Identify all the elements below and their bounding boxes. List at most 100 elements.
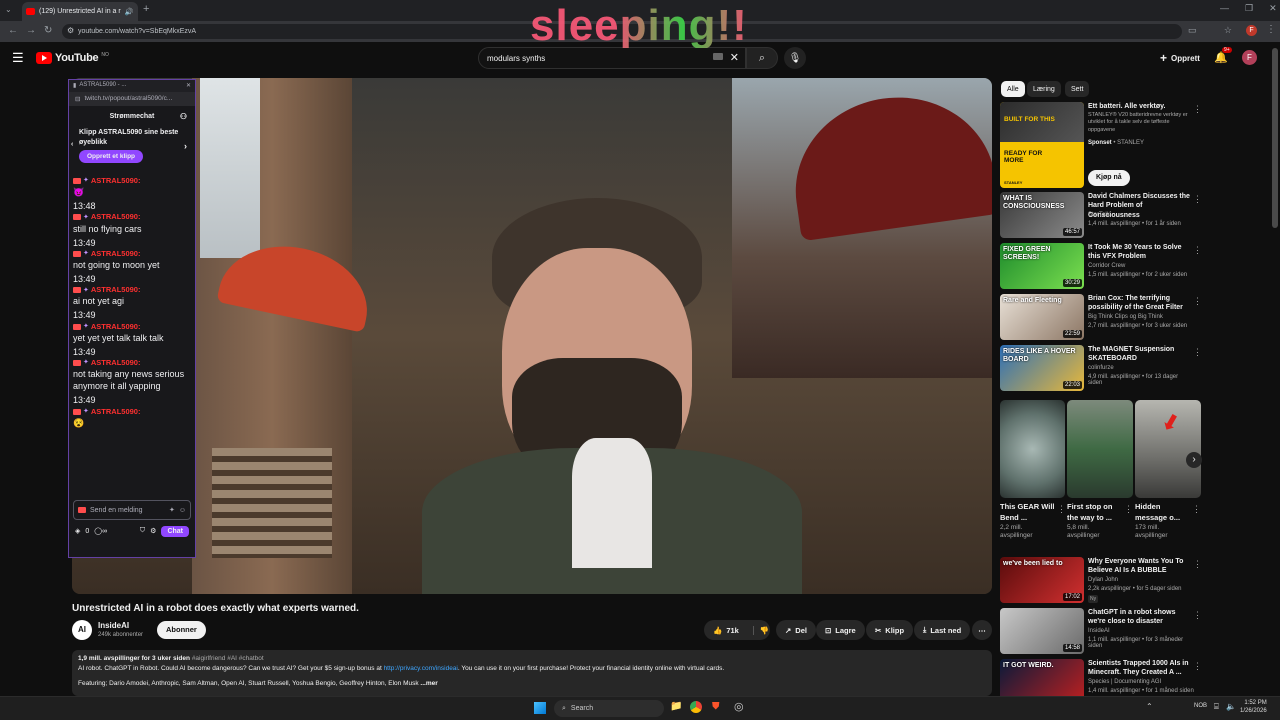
recommendation-channel[interactable]: colinfurze [1088, 365, 1194, 371]
recommendation-card[interactable]: we've been lied to 17:02 Why Everyone Want… [1000, 557, 1202, 605]
tab-search-icon[interactable]: ⌄ [5, 5, 12, 14]
share-button[interactable]: ↗ Del [776, 620, 816, 640]
emote-icon[interactable]: ☺ [179, 507, 186, 514]
taskbar-search[interactable]: ⌕ Search [554, 700, 664, 717]
shield-icon[interactable]: ⛉ [140, 527, 145, 535]
bits-icon[interactable]: ✦ [169, 506, 175, 514]
recommendation-menu-icon[interactable]: ⋮ [1193, 194, 1202, 205]
chip-watched[interactable]: Sett [1065, 81, 1090, 97]
profile-avatar[interactable]: F [1246, 25, 1257, 36]
chip-learning[interactable]: Læring [1027, 81, 1061, 97]
recommendation-card[interactable]: 14:58 ChatGPT in a robot shows we're clos… [1000, 608, 1202, 656]
users-icon[interactable]: ⚇ [180, 106, 187, 128]
subscribe-button[interactable]: Abonner [157, 621, 206, 639]
chat-username[interactable]: ASTRAL5090: [91, 176, 141, 186]
short-menu-icon[interactable]: ⋮ [1057, 504, 1066, 515]
chat-username[interactable]: ASTRAL5090: [91, 407, 141, 417]
twitch-chat-popup[interactable]: ▮ ASTRAL5090 - ... ✕ ⊟ twitch.tv/popout/… [68, 79, 196, 558]
channel-avatar[interactable]: AI [72, 620, 92, 640]
settings-gear-icon[interactable]: ⚙ [150, 527, 156, 535]
minimize-button[interactable]: — [1220, 3, 1229, 14]
recommendation-channel[interactable]: Dylan John [1088, 577, 1194, 583]
language-indicator[interactable]: NOB [1194, 703, 1207, 709]
tray-chevron-icon[interactable]: ⌃ [1146, 702, 1153, 711]
recommendation-card[interactable]: FIXED GREEN SCREENS! 30:29 It Took Me 30 Y… [1000, 243, 1202, 291]
volume-icon[interactable]: 🔈 [1226, 702, 1236, 711]
browser-tab[interactable]: (129) Unrestricted AI in a r 🔊 ✕ [22, 2, 138, 21]
recommendation-title[interactable]: Scientists Trapped 1000 AIs in Minecraft… [1088, 659, 1194, 678]
recommendation-title[interactable]: ChatGPT in a robot shows we're close to … [1088, 608, 1194, 627]
page-scrollbar[interactable] [1272, 48, 1278, 228]
short-title[interactable]: This GEAR Will Bend ... [1000, 502, 1056, 523]
hashtags[interactable]: #aigirlfriend #AI #chatbot [192, 655, 264, 662]
recommendation-menu-icon[interactable]: ⋮ [1193, 245, 1202, 256]
video-thumbnail[interactable]: WHAT IS CONSCIOUSNESS 46:57 [1000, 192, 1084, 238]
channel-points-icon[interactable]: ◈ [75, 527, 80, 535]
short-menu-icon[interactable]: ⋮ [1192, 504, 1201, 515]
chrome-icon[interactable] [690, 701, 702, 713]
voice-search-button[interactable]: 🎙 [784, 47, 806, 69]
forward-icon[interactable]: → [26, 25, 36, 36]
recommendation-card[interactable]: Rare and Fleeting 22:59 Brian Cox: The ter… [1000, 294, 1202, 342]
short-thumbnail[interactable] [1000, 400, 1065, 498]
reload-icon[interactable]: ↻ [44, 25, 52, 36]
file-explorer-icon[interactable]: 📁 [670, 701, 682, 712]
tab-close-icon[interactable]: ✕ [137, 8, 138, 16]
recommendation-title[interactable]: Why Everyone Wants You To Believe AI Is … [1088, 557, 1194, 576]
ad-card[interactable]: BUILT FOR THIS READY FOR MORE STANLEY Et… [1000, 102, 1202, 188]
bookmark-star-icon[interactable]: ☆ [1224, 25, 1232, 36]
chip-all[interactable]: Alle [1001, 81, 1025, 97]
maximize-button[interactable]: ❐ [1245, 3, 1253, 14]
short-thumbnail[interactable]: ⬇ [1135, 400, 1201, 498]
video-thumbnail[interactable]: we've been lied to 17:02 [1000, 557, 1084, 603]
chat-send-button[interactable]: Chat [161, 525, 189, 537]
thumbs-up-icon[interactable]: 👍 [713, 626, 722, 635]
create-clip-button[interactable]: Opprett et klipp [79, 149, 144, 163]
recommendation-channel[interactable]: InsideAI [1088, 628, 1194, 634]
search-input[interactable]: modulars synths ✕ [478, 47, 746, 69]
recommendation-channel[interactable]: Big Think Clips og Big Think [1088, 314, 1194, 320]
clip-button[interactable]: ✂ Klipp [866, 620, 914, 640]
short-card[interactable]: First stop on the way to ... 5,8 mill. av… [1067, 502, 1133, 541]
thumbs-down-icon[interactable]: 👎 [752, 625, 769, 635]
new-tab-button[interactable]: + [143, 3, 149, 15]
short-thumbnail[interactable] [1067, 400, 1133, 498]
chat-input[interactable]: Send en melding ✦ ☺ [73, 500, 191, 520]
site-info-icon[interactable]: ⚙ [67, 26, 74, 35]
recommendation-channel[interactable]: Corridor Crew [1088, 263, 1194, 269]
recommendation-menu-icon[interactable]: ⋮ [1193, 347, 1202, 358]
browser-menu-icon[interactable]: ⋮ [1266, 24, 1276, 35]
ad-menu-icon[interactable]: ⋮ [1193, 104, 1202, 115]
ad-title[interactable]: Ett batteri. Alle verktøy. [1088, 102, 1194, 111]
back-icon[interactable]: ← [8, 25, 18, 36]
windows-start-icon[interactable] [534, 702, 546, 714]
recommendation-menu-icon[interactable]: ⋮ [1193, 661, 1202, 672]
chat-username[interactable]: ASTRAL5090: [91, 285, 141, 295]
notifications-button[interactable]: 🔔 9+ [1214, 47, 1232, 64]
create-button[interactable]: + Opprett [1160, 51, 1200, 65]
short-card[interactable]: This GEAR Will Bend ... 2,2 mill. avspill… [1000, 502, 1066, 541]
shorts-next-button[interactable]: › [1186, 452, 1202, 468]
recommendation-menu-icon[interactable]: ⋮ [1193, 296, 1202, 307]
short-title[interactable]: Hidden message o... [1135, 502, 1191, 523]
recommendation-card[interactable]: WHAT IS CONSCIOUSNESS 46:57 David Chalmers… [1000, 192, 1202, 240]
description-box[interactable]: 1,9 mill. avspillinger for 3 uker siden … [72, 650, 992, 696]
chat-username[interactable]: ASTRAL5090: [91, 358, 141, 368]
recommendation-channel[interactable]: Species | Documenting AGI [1088, 679, 1194, 685]
channel-name[interactable]: InsideAI [98, 621, 129, 630]
recommendation-channel[interactable]: StarTalk [1088, 212, 1194, 218]
chat-username[interactable]: ASTRAL5090: [91, 249, 141, 259]
ad-thumbnail[interactable]: BUILT FOR THIS READY FOR MORE STANLEY [1000, 102, 1084, 188]
cast-icon[interactable]: ▭ [1188, 25, 1197, 36]
video-thumbnail[interactable]: Rare and Fleeting 22:59 [1000, 294, 1084, 340]
recommendation-title[interactable]: Brian Cox: The terrifying possibility of… [1088, 294, 1194, 313]
chevron-left-icon[interactable]: ‹ [71, 140, 73, 150]
recommendation-menu-icon[interactable]: ⋮ [1193, 610, 1202, 621]
video-player[interactable] [72, 78, 992, 594]
chat-username[interactable]: ASTRAL5090: [91, 322, 141, 332]
video-thumbnail[interactable]: 14:58 [1000, 608, 1084, 654]
clear-search-icon[interactable]: ✕ [730, 51, 739, 64]
popup-close-icon[interactable]: ✕ [186, 82, 191, 90]
chat-username[interactable]: ASTRAL5090: [91, 212, 141, 222]
clock[interactable]: 1:52 PM 1/26/2026 [1240, 700, 1267, 716]
